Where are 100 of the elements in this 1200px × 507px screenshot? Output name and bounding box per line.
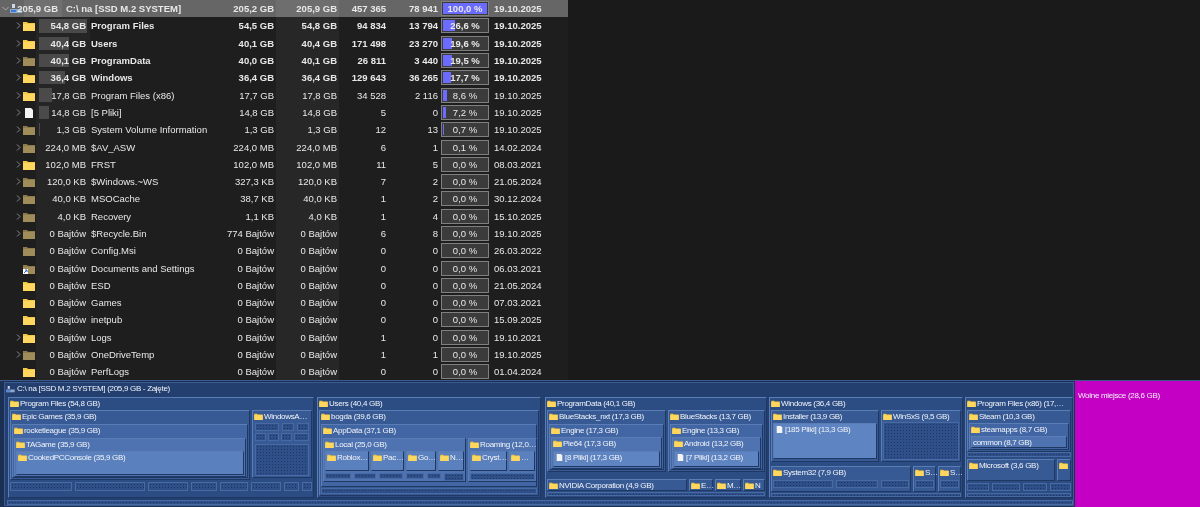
folder-block[interactable]: Users (40,4 GB) bogda (39,6 GB) AppData (37,1 GB) Local (25,0 GB) Roblox… Pac… Go… N… Roaming (12,0… Cryst… … xyxy=(317,397,541,498)
folder-icon xyxy=(408,454,417,461)
treemap-block xyxy=(281,433,292,441)
folder-block[interactable]: Program Files (x86) (17,… Steam (10,3 GB) steamapps (8,7 GB) common (8,7 GB) Microsoft (3,6 GB) xyxy=(965,397,1073,498)
folder-icon xyxy=(773,413,782,420)
tree-row[interactable]: 4,0 KB Recovery 1,1 KB 4,0 KB 1 4 0,0 % 15.10.2025 xyxy=(0,207,568,225)
chevron-right-icon[interactable] xyxy=(14,22,22,30)
folder-icon xyxy=(672,427,681,434)
tree-row[interactable]: 0 Bajtów ESD 0 Bajtów 0 Bajtów 0 0 0,0 % 21.05.2024 xyxy=(0,276,568,295)
folder-block[interactable]: steamapps (8,7 GB) common (8,7 GB) xyxy=(969,423,1069,450)
tree-row[interactable]: 17,8 GB Program Files (x86) 17,7 GB 17,8 GB 34 528 2 116 8,6 % 19.10.2025 xyxy=(0,86,568,104)
folder-block[interactable]: Android (13,2 GB) [7 Pliki] (13,2 GB) xyxy=(672,437,761,469)
folder-block[interactable]: Engine (13,3 GB) Android (13,2 GB) [7 Pliki] (13,2 GB) xyxy=(670,424,763,470)
size-text: 0 Bajtów xyxy=(49,297,86,309)
free-space-block[interactable]: Wolne miejsce (28,6 GB) xyxy=(1075,381,1200,507)
folder-block[interactable]: S… xyxy=(938,466,961,492)
tree-row[interactable]: 0 Bajtów Config.Msi 0 Bajtów 0 Bajtów 0 0 0,0 % 26.03.2022 xyxy=(0,242,568,260)
folder-block[interactable]: Windows (36,4 GB) Installer (13,9 GB) [185 Pliki] (13,3 GB) WinSxS (9,5 GB) System32 (7,9 GB) S… S… xyxy=(769,397,963,498)
tree-row[interactable]: 0 Bajtów inetpub 0 Bajtów 0 Bajtów 0 0 0,0 % 15.09.2025 xyxy=(0,311,568,329)
folder-block[interactable]: BlueStacks (13,7 GB) Engine (13,3 GB) Android (13,2 GB) [7 Pliki] (13,2 GB) xyxy=(668,410,765,472)
chevron-right-icon[interactable] xyxy=(14,143,22,151)
tree-row[interactable]: 0 Bajtów Games 0 Bajtów 0 Bajtów 0 0 0,0 % 07.03.2021 xyxy=(0,294,568,312)
date-text: 19.10.2025 xyxy=(494,228,542,239)
percent-text: 0,0 % xyxy=(452,210,478,222)
chevron-right-icon[interactable] xyxy=(14,160,22,168)
file-block[interactable]: [8 Pliki] (17,3 GB) xyxy=(553,451,660,467)
folder-icon xyxy=(670,413,679,420)
folder-block[interactable]: bogda (39,6 GB) AppData (37,1 GB) Local (25,0 GB) Roblox… Pac… Go… N… Roaming (12,0… Cryst… … xyxy=(319,410,539,496)
chevron-right-icon[interactable] xyxy=(14,178,22,186)
folder-icon xyxy=(14,427,23,434)
folder-block[interactable]: CookedPCConsole (35,9 GB) xyxy=(16,451,244,475)
folder-block[interactable] xyxy=(1057,459,1071,481)
folder-block[interactable]: M… xyxy=(715,479,741,491)
block-label: CookedPCConsole (35,9 GB) xyxy=(28,453,126,462)
folder-block[interactable] xyxy=(545,397,767,498)
tree-row[interactable]: 0 Bajtów Documents and Settings 0 Bajtów 0 Bajtów 0 0 0,0 % 06.03.2021 xyxy=(0,259,568,277)
chevron-right-icon[interactable] xyxy=(14,108,22,116)
tree-row[interactable]: 0 Bajtów Logs 0 Bajtów 0 Bajtów 1 0 0,0 % 19.10.2021 xyxy=(0,328,568,346)
folder-block[interactable]: TAGame (35,9 GB) CookedPCConsole (35,9 GB) xyxy=(14,438,246,477)
tree-row[interactable]: 205,9 GB C:\ na [SSD M.2 SYSTEM] 205,2 GB 205,9 GB 457 365 78 941 100,0 % 19.10.2025 xyxy=(0,0,568,18)
folder-block[interactable]: Pie64 (17,3 GB) [8 Pliki] (17,3 GB) xyxy=(551,437,662,469)
size-text: 1,3 GB xyxy=(56,124,86,136)
item-name: $Windows.~WS xyxy=(91,176,159,188)
folder-block[interactable]: WindowsA… xyxy=(252,410,312,478)
chevron-right-icon[interactable] xyxy=(14,195,22,203)
folder-block[interactable]: Go… xyxy=(406,451,436,471)
folder-block[interactable]: AppData (37,1 GB) Local (25,0 GB) Roblox… Pac… Go… N… Roaming (12,0… Cryst… … xyxy=(321,424,537,487)
chevron-right-icon[interactable] xyxy=(14,74,22,82)
tree-row[interactable]: 224,0 MB $AV_ASW 224,0 MB 224,0 MB 6 1 0,1 % 14.02.2024 xyxy=(0,138,568,156)
folder-block[interactable]: Microsoft (3,6 GB) xyxy=(967,459,1055,481)
folder-block[interactable]: … xyxy=(509,451,535,471)
percent-text: 0,1 % xyxy=(452,141,478,153)
tree-row[interactable]: 1,3 GB System Volume Information 1,3 GB 1,3 GB 12 13 0,7 % 19.10.2025 xyxy=(0,121,568,139)
folder-block[interactable]: Cryst… xyxy=(470,451,507,471)
folder-block[interactable]: Engine (17,3 GB) Pie64 (17,3 GB) [8 Pliki] (17,3 GB) xyxy=(549,424,664,470)
folder-block[interactable]: rocketleague (35,9 GB) TAGame (35,9 GB) CookedPCConsole (35,9 GB) xyxy=(12,424,248,478)
tree-row[interactable]: 0 Bajtów PerfLogs 0 Bajtów 0 Bajtów 0 0 0,0 % 01.04.2024 xyxy=(0,363,568,381)
chevron-right-icon[interactable] xyxy=(14,91,22,99)
tree-row[interactable]: 102,0 MB FRST 102,0 MB 102,0 MB 11 5 0,0 % 08.03.2021 xyxy=(0,155,568,173)
folder-block[interactable]: Roaming (12,0… Cryst… … xyxy=(468,438,537,482)
size-text: 0 Bajtów xyxy=(237,314,274,326)
folder-block[interactable]: WinSxS (9,5 GB) xyxy=(881,410,961,462)
chevron-right-icon[interactable] xyxy=(14,57,22,65)
folder-icon xyxy=(969,413,978,420)
chevron-right-icon[interactable] xyxy=(14,333,22,341)
folder-block[interactable]: BlueStacks_nxt (17,3 GB) Engine (17,3 GB) Pie64 (17,3 GB) [8 Pliki] (17,3 GB) xyxy=(547,410,666,472)
chevron-right-icon[interactable] xyxy=(14,212,22,220)
item-name: $Recycle.Bin xyxy=(91,228,147,239)
chevron-right-icon[interactable] xyxy=(14,351,22,359)
tree-row[interactable]: 0 Bajtów OneDriveTemp 0 Bajtów 0 Bajtów 1 1 0,0 % 19.10.2025 xyxy=(0,345,568,364)
folder-block[interactable]: NVIDIA Corporation (4,9 GB) xyxy=(547,479,687,491)
folder-block[interactable]: E… xyxy=(689,479,713,491)
folder-block[interactable]: Pac… xyxy=(371,451,404,471)
count-text: 0 xyxy=(432,106,438,118)
size-text: 0 Bajtów xyxy=(49,366,86,378)
folder-block[interactable]: System32 (7,9 GB) xyxy=(771,466,911,492)
size-text: 120,0 KB xyxy=(46,176,86,188)
folder-block[interactable]: Steam (10,3 GB) steamapps (8,7 GB) common (8,7 GB) xyxy=(967,410,1071,452)
folder-block[interactable]: common (8,7 GB) xyxy=(971,436,1067,448)
chevron-right-icon[interactable] xyxy=(14,230,22,237)
folder-block[interactable]: S… xyxy=(913,466,936,492)
folder-block[interactable]: N… xyxy=(438,451,464,471)
folder-block[interactable]: Installer (13,9 GB) [185 Pliki] (13,3 GB) xyxy=(771,410,879,462)
tree-row[interactable]: 0 Bajtów $Recycle.Bin 774 Bajtów 0 Bajtów 6 8 0,0 % 19.10.2025 xyxy=(0,224,568,243)
folder-block[interactable]: Epic Games (35,9 GB) rocketleague (35,9 GB) TAGame (35,9 GB) CookedPCConsole (35,9 GB) xyxy=(10,410,250,480)
chevron-down-icon[interactable] xyxy=(1,5,9,13)
folder-block[interactable]: Local (25,0 GB) Roblox… Pac… Go… N… xyxy=(323,438,466,482)
tree-row[interactable]: 120,0 KB $Windows.~WS 327,3 KB 120,0 KB 7 2 0,0 % 21.05.2024 xyxy=(0,172,568,191)
item-name: Config.Msi xyxy=(91,245,136,257)
chevron-right-icon[interactable] xyxy=(14,39,22,47)
file-block[interactable]: [185 Pliki] (13,3 GB) xyxy=(773,423,877,459)
chevron-right-icon[interactable] xyxy=(14,126,22,134)
tree-row[interactable]: 40,0 KB MSOCache 38,7 KB 40,0 KB 1 2 0,0 % 30.12.2024 xyxy=(0,190,568,208)
folder-block[interactable]: Roblox… xyxy=(325,451,369,471)
folder-icon xyxy=(551,427,560,434)
item-name: Documents and Settings xyxy=(91,262,195,274)
tree-row[interactable]: 14,8 GB [5 Pliki] 14,8 GB 14,8 GB 5 0 7,2 % 19.10.2025 xyxy=(0,103,568,122)
folder-block[interactable]: Program Files (54,8 GB) Epic Games (35,9 GB) rocketleague (35,9 GB) TAGame (35,9 GB) CookedPCConsole (35,9 GB) WindowsA… xyxy=(8,397,314,498)
folder-block[interactable]: N xyxy=(743,479,765,491)
file-block[interactable]: [7 Pliki] (13,2 GB) xyxy=(674,451,759,467)
